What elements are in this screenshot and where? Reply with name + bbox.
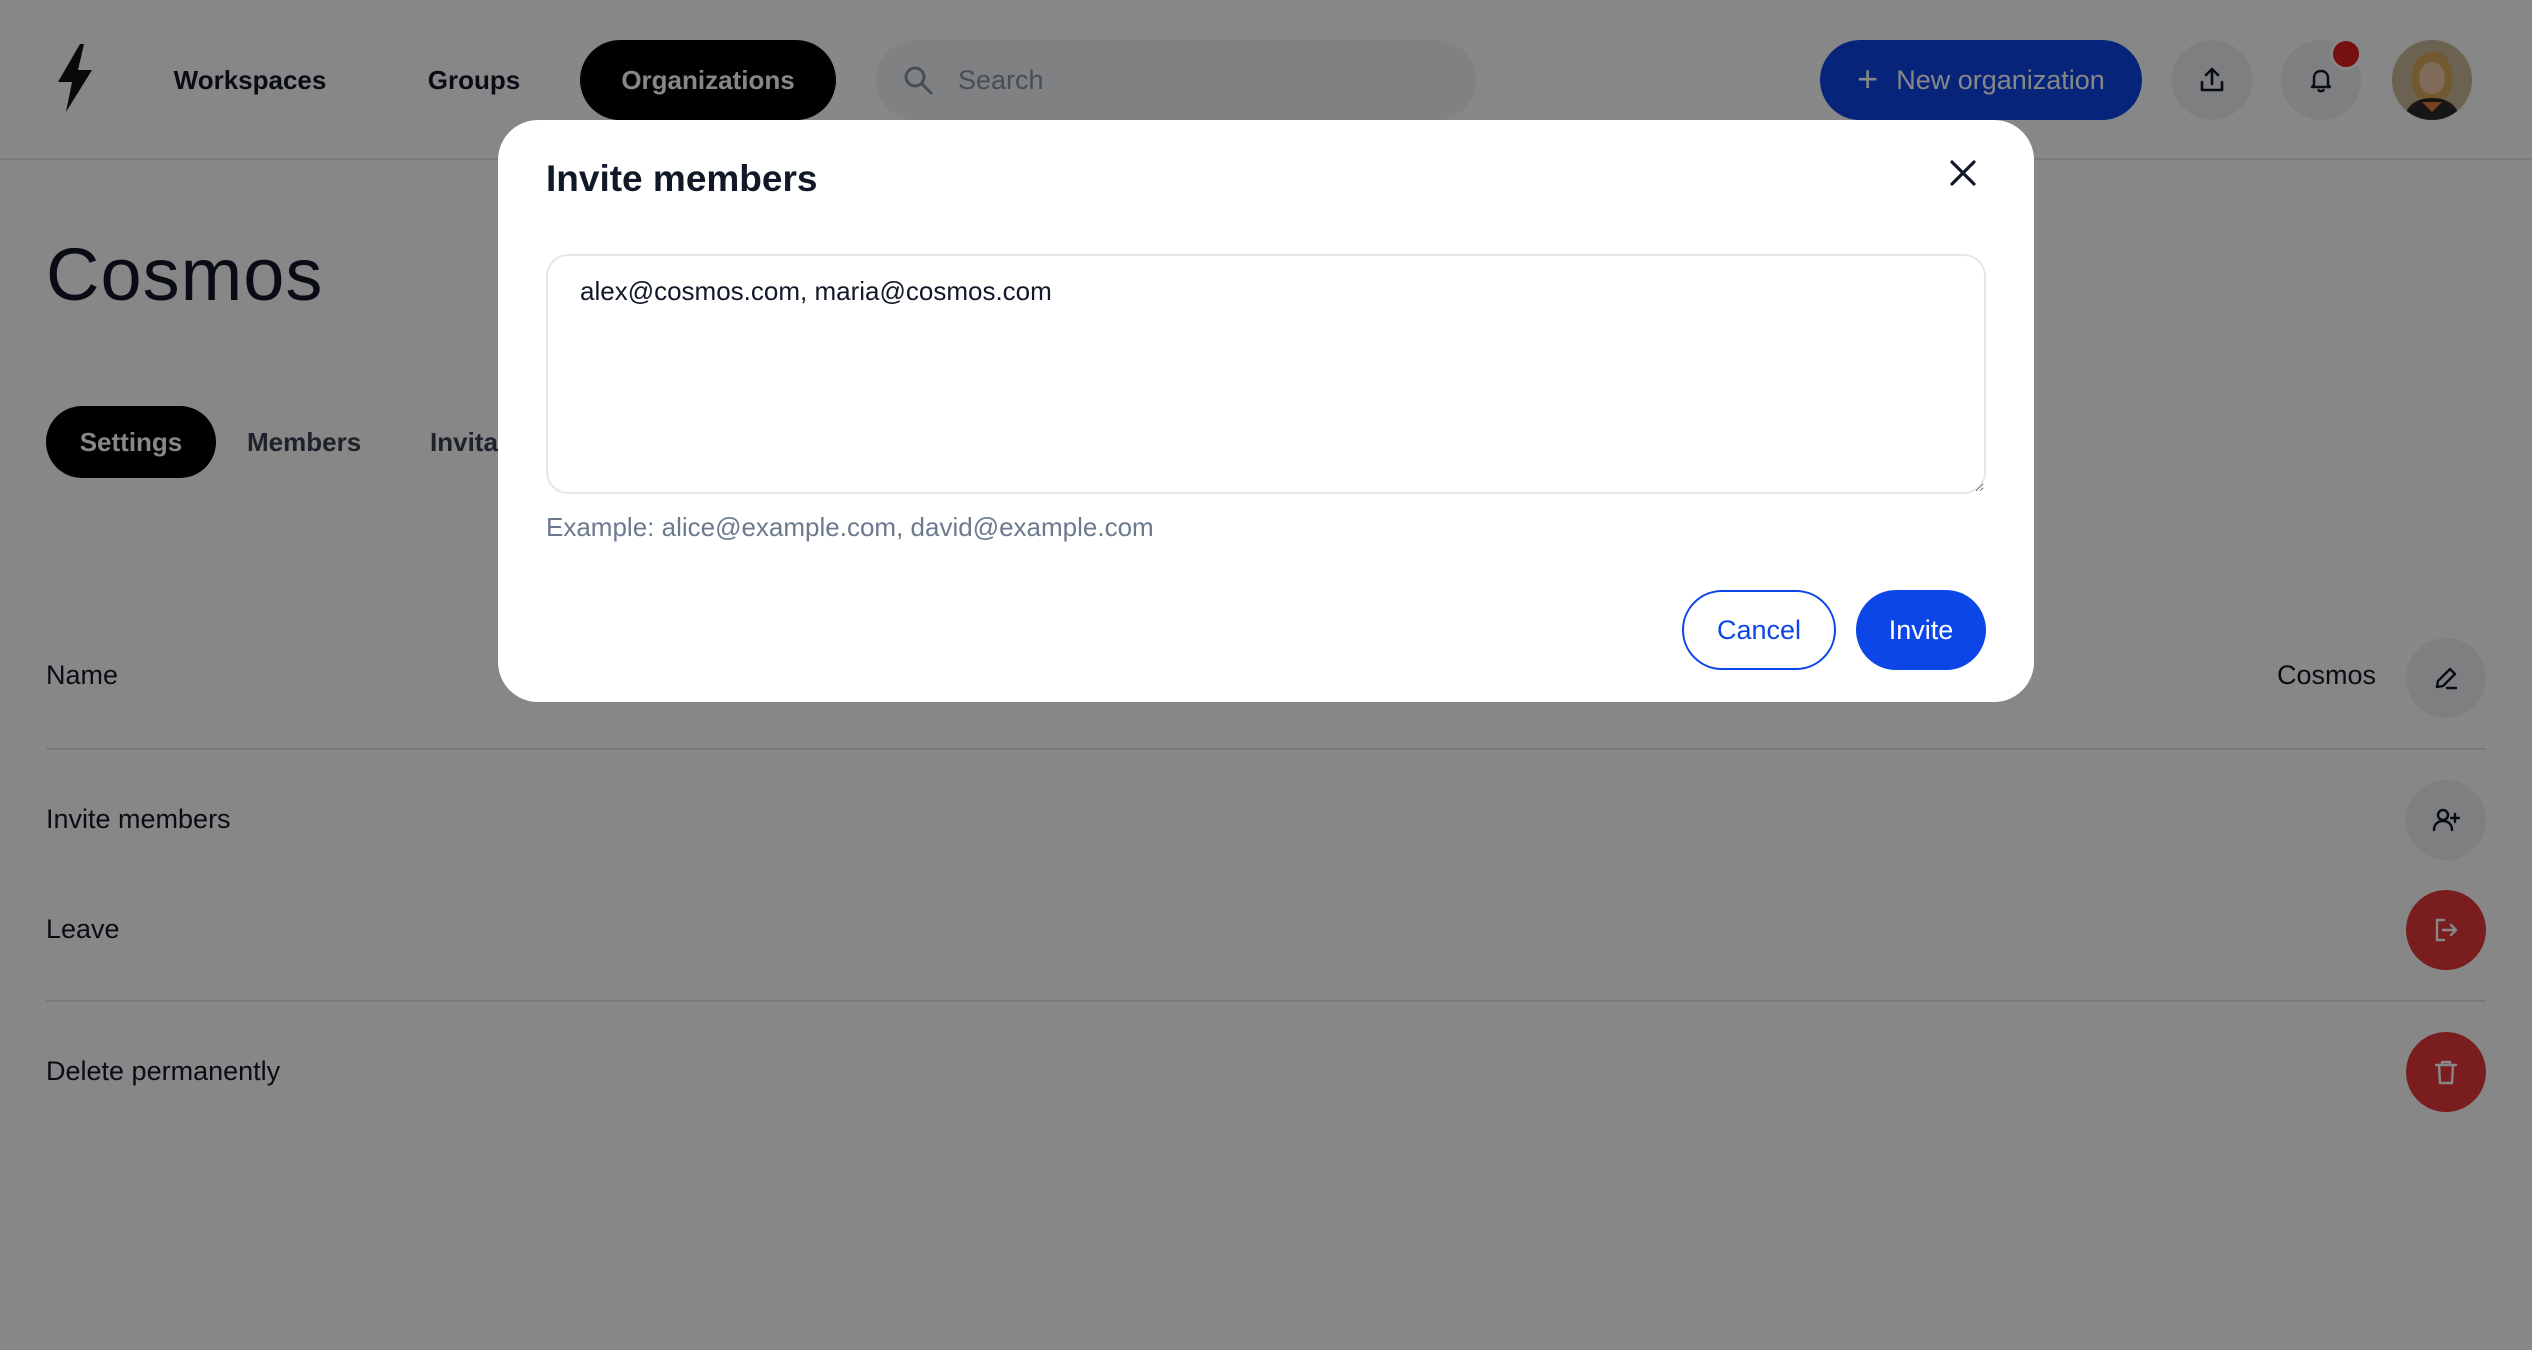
invite-button[interactable]: Invite (1856, 590, 1986, 670)
emails-input[interactable]: alex@cosmos.com, maria@cosmos.com (546, 254, 1986, 494)
emails-hint: Example: alice@example.com, david@exampl… (546, 512, 1154, 542)
dialog-title: Invite members (546, 158, 818, 199)
invite-members-dialog: Invite members alex@cosmos.com, maria@co… (498, 120, 2034, 702)
page: Workspaces Groups Organizations + New or… (0, 0, 2532, 1350)
cancel-button[interactable]: Cancel (1682, 590, 1836, 670)
close-icon[interactable] (1938, 148, 1988, 198)
